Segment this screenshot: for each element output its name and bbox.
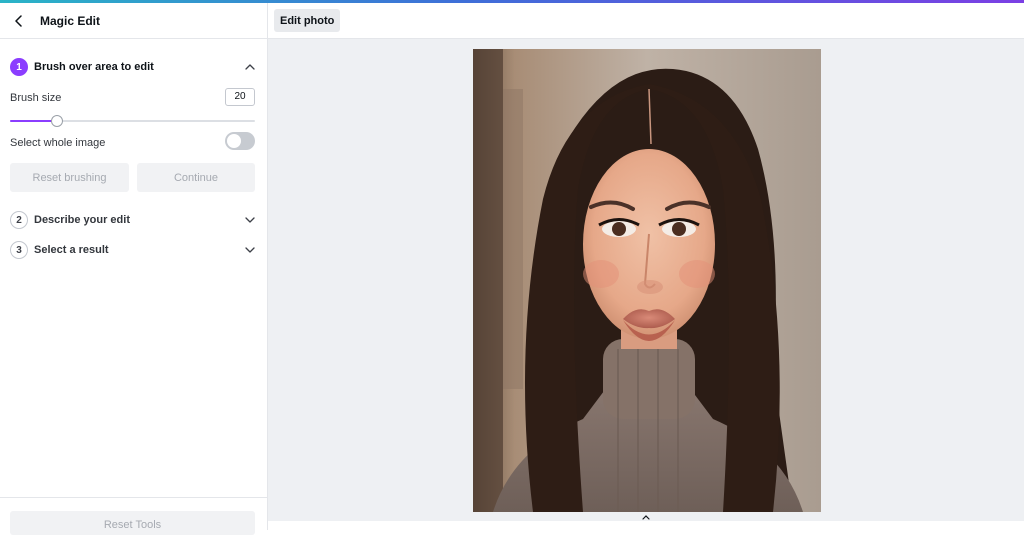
- brush-size-label: Brush size: [10, 92, 62, 104]
- portrait-image: [473, 49, 821, 512]
- back-button[interactable]: [8, 10, 30, 32]
- step-number-badge: 2: [10, 211, 28, 229]
- toggle-knob: [227, 134, 241, 148]
- slider-thumb[interactable]: [50, 115, 63, 127]
- select-whole-image-toggle[interactable]: [225, 132, 255, 150]
- panel-footer: Reset Tools: [0, 497, 267, 535]
- reset-tools-button[interactable]: Reset Tools: [10, 511, 255, 535]
- canvas-toolbar: Edit photo: [268, 3, 1024, 39]
- chevron-down-icon: [243, 243, 257, 257]
- collapse-caret-icon[interactable]: [638, 511, 654, 523]
- step-number-badge: 3: [10, 241, 28, 259]
- step-label: Describe your edit: [34, 214, 130, 226]
- chevron-down-icon: [243, 213, 257, 227]
- chevron-up-icon: [243, 60, 257, 74]
- panel-title: Magic Edit: [40, 14, 101, 28]
- panel-header: Magic Edit: [0, 3, 267, 39]
- magic-edit-panel: Magic Edit 1 Brush over area to edit Bru…: [0, 3, 268, 535]
- step-number-badge: 1: [10, 58, 28, 76]
- editor-canvas: Edit photo: [268, 3, 1024, 530]
- brush-size-slider[interactable]: [10, 115, 255, 127]
- step-describe-header[interactable]: 2 Describe your edit: [10, 210, 257, 230]
- back-arrow-icon: [15, 15, 22, 27]
- step-label: Select a result: [34, 244, 109, 256]
- select-whole-image-label: Select whole image: [10, 137, 106, 149]
- reset-brushing-button[interactable]: Reset brushing: [10, 163, 129, 192]
- step-label: Brush over area to edit: [34, 61, 154, 73]
- step-brush-header[interactable]: 1 Brush over area to edit: [10, 57, 257, 77]
- edit-photo-button[interactable]: Edit photo: [274, 9, 341, 32]
- step-result-header[interactable]: 3 Select a result: [10, 240, 257, 260]
- brush-size-input[interactable]: 20: [225, 88, 255, 106]
- portrait-photo[interactable]: [473, 49, 821, 512]
- continue-button[interactable]: Continue: [137, 163, 255, 192]
- slider-fill: [10, 120, 57, 122]
